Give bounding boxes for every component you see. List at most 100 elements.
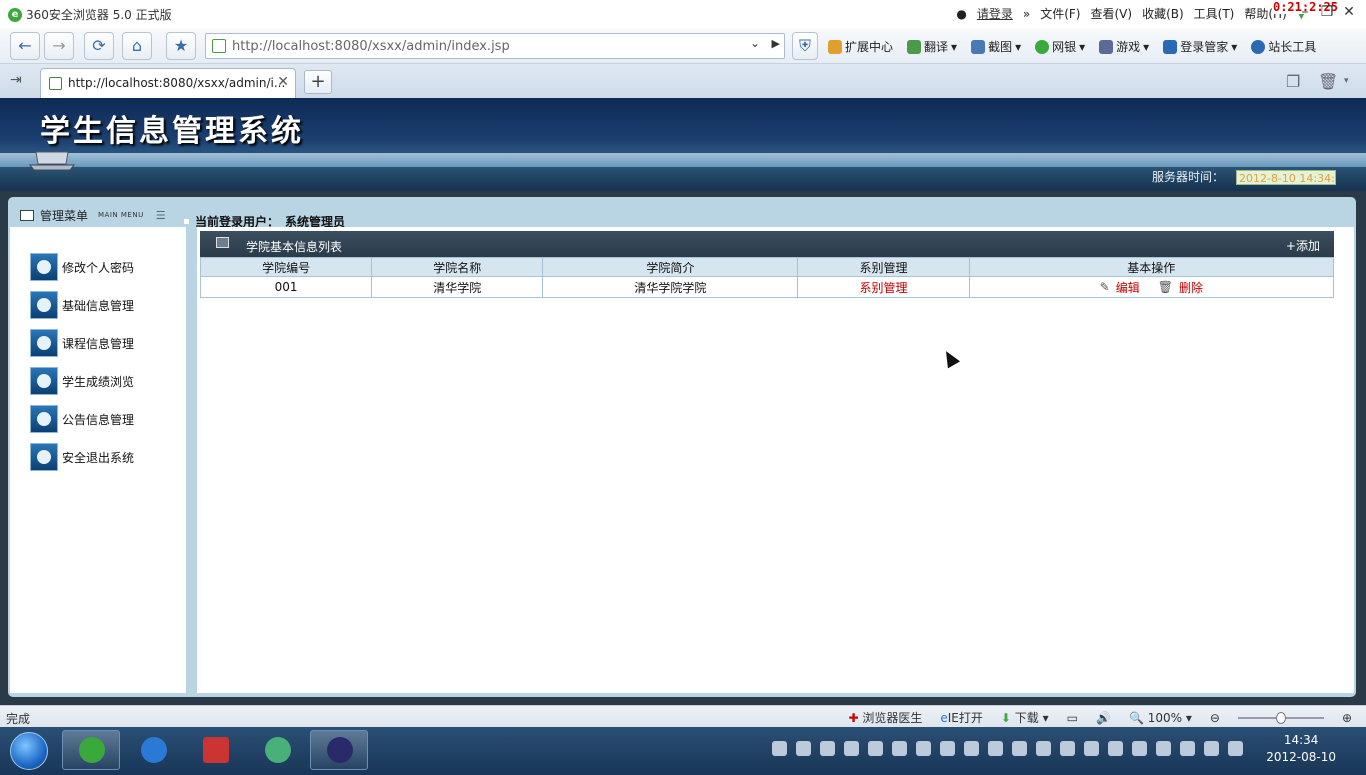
- tool-login-manager[interactable]: 登录管家 ▾: [1163, 38, 1237, 55]
- tool-webmaster[interactable]: 站长工具: [1251, 38, 1316, 55]
- tag-icon: ✎: [1099, 280, 1110, 294]
- menu-file[interactable]: 文件(F): [1040, 5, 1080, 22]
- arrow-right-icon: →: [52, 36, 66, 55]
- login-link[interactable]: 请登录: [977, 5, 1013, 22]
- new-tab-button[interactable]: +: [304, 70, 332, 94]
- tray-app-icon[interactable]: [1132, 741, 1147, 756]
- close-window-icon[interactable]: ✕: [1340, 4, 1358, 20]
- taskbar-app-eclipse[interactable]: [310, 730, 368, 770]
- tray-flag-icon[interactable]: [1156, 741, 1171, 756]
- taskbar-app-toolbox[interactable]: [186, 730, 244, 770]
- sidebar-item-logout[interactable]: 安全退出系统: [30, 443, 134, 471]
- tray-qq-icon[interactable]: [868, 741, 883, 756]
- dept-manage-link[interactable]: 系别管理: [859, 281, 907, 295]
- window-tiles-icon[interactable]: ❐: [1286, 72, 1300, 91]
- tool-games[interactable]: 游戏 ▾: [1099, 38, 1149, 55]
- cell-id: 001: [199, 276, 373, 298]
- zoom-out-icon[interactable]: ⊖: [1210, 711, 1220, 725]
- 360-browser-icon: [79, 737, 105, 763]
- browser-doctor-button[interactable]: ✚ 浏览器医生: [848, 709, 922, 726]
- plus-icon: +: [1285, 239, 1296, 253]
- taskbar-app-360browser[interactable]: [62, 730, 120, 770]
- taskbar-clock[interactable]: 14:34 2012-08-10: [1266, 732, 1336, 766]
- refresh-button[interactable]: ⟳: [84, 32, 114, 60]
- extension-icon: [828, 39, 842, 54]
- ie-open-button[interactable]: eIE打开: [940, 709, 983, 726]
- minimize-icon[interactable]: –: [1296, 4, 1314, 20]
- menu-item-icon: [30, 329, 58, 357]
- tray-network-icon[interactable]: [1204, 741, 1219, 756]
- tray-app-icon[interactable]: [964, 741, 979, 756]
- tray-app-icon[interactable]: [1108, 741, 1123, 756]
- tray-app-icon[interactable]: [1180, 741, 1195, 756]
- refresh-icon: ⟳: [92, 36, 106, 55]
- address-input[interactable]: [232, 37, 732, 55]
- clock-date: 2012-08-10: [1266, 750, 1336, 764]
- college-table: 学院编号 学院名称 学院简介 系别管理 基本操作 001 清华学院 清华学院学院…: [199, 257, 1335, 298]
- menu-title: 管理菜单: [40, 208, 89, 223]
- menu-favorites[interactable]: 收藏(B): [1142, 5, 1184, 22]
- network-icon: [265, 737, 291, 763]
- tab-admin-index[interactable]: http://localhost:8080/xsxx/admin/i... ✕: [40, 68, 296, 98]
- forward-button[interactable]: →: [44, 32, 74, 60]
- sidebar-item-change-password[interactable]: 修改个人密码: [30, 253, 134, 281]
- tool-extension-center[interactable]: 扩展中心: [828, 38, 893, 55]
- zoom-slider[interactable]: [1237, 711, 1324, 724]
- tray-keyboard-icon[interactable]: [772, 741, 787, 756]
- home-button[interactable]: ⌂: [122, 32, 152, 60]
- trash-dropdown-icon[interactable]: ▾: [1344, 76, 1349, 86]
- bank-icon: [1035, 39, 1050, 54]
- address-bar[interactable]: ⌄ ▶: [205, 33, 785, 59]
- tool-translate[interactable]: 翻译 ▾: [907, 38, 957, 55]
- sidebar-item-basic-info[interactable]: 基础信息管理: [30, 291, 134, 319]
- tray-qq-icon[interactable]: [940, 741, 955, 756]
- sidebar-item-student-grades[interactable]: 学生成绩浏览: [30, 367, 134, 395]
- taskbar-app-network[interactable]: [248, 730, 306, 770]
- go-arrow-icon[interactable]: ▶: [772, 37, 780, 50]
- tray-shield-icon[interactable]: [1036, 741, 1051, 756]
- tray-app-icon[interactable]: [988, 741, 1003, 756]
- sidebar-toggle-icon[interactable]: ⇥: [10, 72, 22, 88]
- menu-view[interactable]: 查看(V): [1090, 5, 1132, 22]
- tray-app-icon[interactable]: [796, 741, 811, 756]
- system-tray: [772, 741, 1243, 756]
- cell-name: 清华学院: [371, 276, 544, 298]
- edit-link[interactable]: ✎ 编辑: [1100, 279, 1140, 296]
- tab-close-icon[interactable]: ✕: [277, 74, 289, 90]
- sidebar-item-course-info[interactable]: 课程信息管理: [30, 329, 134, 357]
- download-button[interactable]: ⬇ 下载 ▾: [1001, 709, 1049, 726]
- volume-icon[interactable]: 🔊: [1096, 711, 1111, 725]
- menu-tools[interactable]: 工具(T): [1194, 5, 1235, 22]
- tray-app-icon[interactable]: [1084, 741, 1099, 756]
- security-button[interactable]: ⛨: [792, 32, 818, 60]
- zoom-in-icon[interactable]: ⊕: [1342, 711, 1352, 725]
- window-icon[interactable]: ▭: [1067, 711, 1078, 725]
- add-button[interactable]: +添加: [1286, 237, 1320, 254]
- table-row: 001 清华学院 清华学院学院 系别管理 ✎ 编辑 🗑 删除: [199, 276, 1335, 298]
- browser-toolbar: ← → ⟳ ⌂ ★ ⌄ ▶ ⛨ 扩展中心 翻译 ▾ 截图 ▾ 网银 ▾ 游戏 ▾…: [0, 29, 1366, 64]
- tray-qq-icon[interactable]: [916, 741, 931, 756]
- trash-icon[interactable]: 🗑: [1318, 72, 1338, 91]
- column-header-id: 学院编号: [199, 257, 373, 277]
- tray-app-icon[interactable]: [820, 741, 835, 756]
- tray-app-icon[interactable]: [1060, 741, 1075, 756]
- zoom-slider-knob[interactable]: [1275, 711, 1286, 724]
- address-dropdown-icon[interactable]: ⌄: [750, 36, 760, 50]
- tray-qq-icon[interactable]: [844, 741, 859, 756]
- windows-start-button[interactable]: [10, 732, 48, 770]
- menu-item-icon: [30, 253, 58, 281]
- tool-online-bank[interactable]: 网银 ▾: [1035, 38, 1085, 55]
- tool-screenshot[interactable]: 截图 ▾: [971, 38, 1021, 55]
- eclipse-icon: [327, 737, 353, 763]
- restore-icon[interactable]: ❐: [1318, 4, 1336, 20]
- medical-icon: ✚: [848, 711, 859, 725]
- tray-qq-icon[interactable]: [892, 741, 907, 756]
- favorite-button[interactable]: ★: [166, 32, 196, 60]
- taskbar-app-ie[interactable]: [124, 730, 182, 770]
- tray-app-icon[interactable]: [1012, 741, 1027, 756]
- tray-volume-icon[interactable]: [1228, 741, 1243, 756]
- delete-link[interactable]: 🗑 删除: [1158, 279, 1203, 296]
- zoom-control[interactable]: 🔍 100% ▾: [1129, 711, 1192, 725]
- sidebar-item-announcements[interactable]: 公告信息管理: [30, 405, 134, 433]
- back-button[interactable]: ←: [10, 32, 40, 60]
